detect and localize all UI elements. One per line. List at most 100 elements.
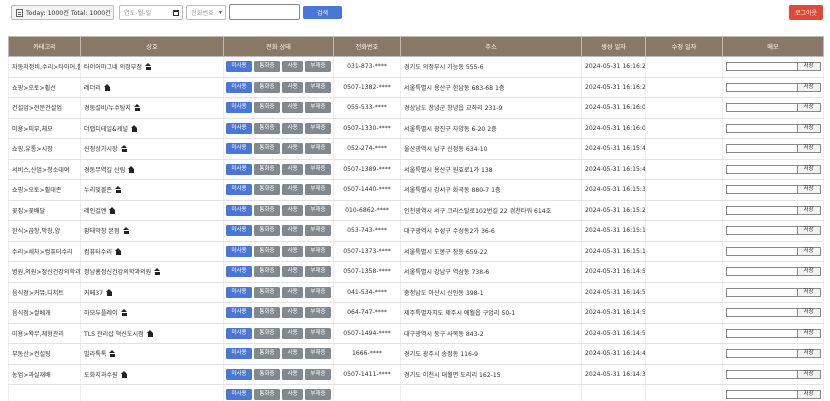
status-busy-button[interactable]: 통화중 [254,286,280,298]
home-icon[interactable] [146,329,154,337]
status-absent-button[interactable]: 부재중 [305,61,331,73]
status-absent-button[interactable]: 부재중 [305,143,331,155]
status-busy-button[interactable]: 통화중 [254,184,280,196]
memo-input[interactable] [725,185,798,195]
status-busy-button[interactable]: 통화중 [254,61,280,73]
status-used-button[interactable]: 사용 [282,163,303,175]
memo-input[interactable] [725,328,798,338]
status-absent-button[interactable]: 부재중 [305,266,331,278]
status-absent-button[interactable]: 부재중 [305,102,331,114]
memo-save-button[interactable]: 저장 [796,82,821,92]
memo-save-button[interactable]: 저장 [796,349,821,359]
status-used-button[interactable]: 사용 [282,286,303,298]
memo-save-button[interactable]: 저장 [796,369,821,379]
status-unused-button[interactable]: 미사용 [226,102,252,114]
status-absent-button[interactable]: 부재중 [305,81,331,93]
home-icon[interactable] [120,370,128,378]
status-unused-button[interactable]: 미사용 [226,368,252,380]
memo-save-button[interactable]: 저장 [796,246,821,256]
search-button[interactable]: 검색 [303,6,342,19]
home-icon[interactable] [115,247,122,255]
search-input[interactable] [229,4,300,20]
status-used-button[interactable]: 사용 [282,225,303,237]
status-unused-button[interactable]: 미사용 [226,348,252,360]
status-used-button[interactable]: 사용 [282,348,303,360]
status-busy-button[interactable]: 통화중 [254,225,280,237]
status-used-button[interactable]: 사용 [282,61,303,73]
memo-save-button[interactable]: 저장 [796,226,821,236]
status-busy-button[interactable]: 통화중 [254,81,280,93]
status-used-button[interactable]: 사용 [282,245,303,257]
status-busy-button[interactable]: 통화중 [254,348,280,360]
search-type-select[interactable]: 전화번호 ▾ [186,5,226,20]
status-busy-button[interactable]: 통화중 [254,245,280,257]
status-absent-button[interactable]: 부재중 [305,327,331,339]
home-icon[interactable] [128,165,135,173]
status-unused-button[interactable]: 미사용 [226,225,252,237]
status-unused-button[interactable]: 미사용 [226,204,252,216]
status-absent-button[interactable]: 부재중 [305,368,331,380]
memo-input[interactable] [725,205,798,215]
status-busy-button[interactable]: 통화중 [254,307,280,319]
status-used-button[interactable]: 사용 [282,143,303,155]
memo-save-button[interactable]: 저장 [796,144,821,154]
status-used-button[interactable]: 사용 [282,266,303,278]
home-icon[interactable] [131,124,138,132]
status-busy-button[interactable]: 통화중 [254,266,280,278]
status-absent-button[interactable]: 부재중 [305,286,331,298]
status-busy-button[interactable]: 통화중 [254,389,280,401]
status-absent-button[interactable]: 부재중 [305,348,331,360]
status-unused-button[interactable]: 미사용 [226,307,252,319]
home-icon[interactable] [133,104,141,112]
memo-save-button[interactable]: 저장 [796,287,821,297]
home-icon[interactable] [120,145,128,153]
status-used-button[interactable]: 사용 [282,184,303,196]
status-unused-button[interactable]: 미사용 [226,163,252,175]
home-icon[interactable] [154,268,161,276]
memo-save-button[interactable]: 저장 [796,267,821,277]
memo-input[interactable] [725,308,798,318]
status-unused-button[interactable]: 미사용 [226,184,252,196]
memo-save-button[interactable]: 저장 [796,205,821,215]
status-absent-button[interactable]: 부재중 [305,184,331,196]
memo-input[interactable] [725,390,798,400]
status-used-button[interactable]: 사용 [282,368,303,380]
memo-input[interactable] [725,226,798,236]
status-unused-button[interactable]: 미사용 [226,389,252,401]
status-busy-button[interactable]: 통화중 [254,327,280,339]
status-absent-button[interactable]: 부재중 [305,245,331,257]
status-busy-button[interactable]: 통화중 [254,204,280,216]
status-unused-button[interactable]: 미사용 [226,245,252,257]
status-absent-button[interactable]: 부재중 [305,163,331,175]
memo-input[interactable] [725,123,798,133]
status-busy-button[interactable]: 통화중 [254,102,280,114]
status-unused-button[interactable]: 미사용 [226,122,252,134]
memo-input[interactable] [725,82,798,92]
status-used-button[interactable]: 사용 [282,204,303,216]
status-used-button[interactable]: 사용 [282,327,303,339]
status-used-button[interactable]: 사용 [282,102,303,114]
status-unused-button[interactable]: 미사용 [226,81,252,93]
status-used-button[interactable]: 사용 [282,122,303,134]
status-absent-button[interactable]: 부재중 [305,204,331,216]
date-input[interactable]: 연도-월-일 [119,5,183,20]
memo-save-button[interactable]: 저장 [796,164,821,174]
status-unused-button[interactable]: 미사용 [226,327,252,339]
memo-input[interactable] [725,62,798,72]
home-icon[interactable] [109,206,116,214]
home-icon[interactable] [145,63,152,71]
memo-input[interactable] [725,246,798,256]
home-icon[interactable] [115,186,122,194]
home-icon[interactable] [109,350,116,358]
status-used-button[interactable]: 사용 [282,389,303,401]
status-unused-button[interactable]: 미사용 [226,266,252,278]
status-unused-button[interactable]: 미사용 [226,61,252,73]
status-unused-button[interactable]: 미사용 [226,286,252,298]
memo-save-button[interactable]: 저장 [796,62,821,72]
status-busy-button[interactable]: 통화중 [254,368,280,380]
home-icon[interactable] [120,309,128,317]
memo-input[interactable] [725,349,798,359]
memo-save-button[interactable]: 저장 [796,390,821,400]
status-absent-button[interactable]: 부재중 [305,389,331,401]
memo-input[interactable] [725,103,798,113]
